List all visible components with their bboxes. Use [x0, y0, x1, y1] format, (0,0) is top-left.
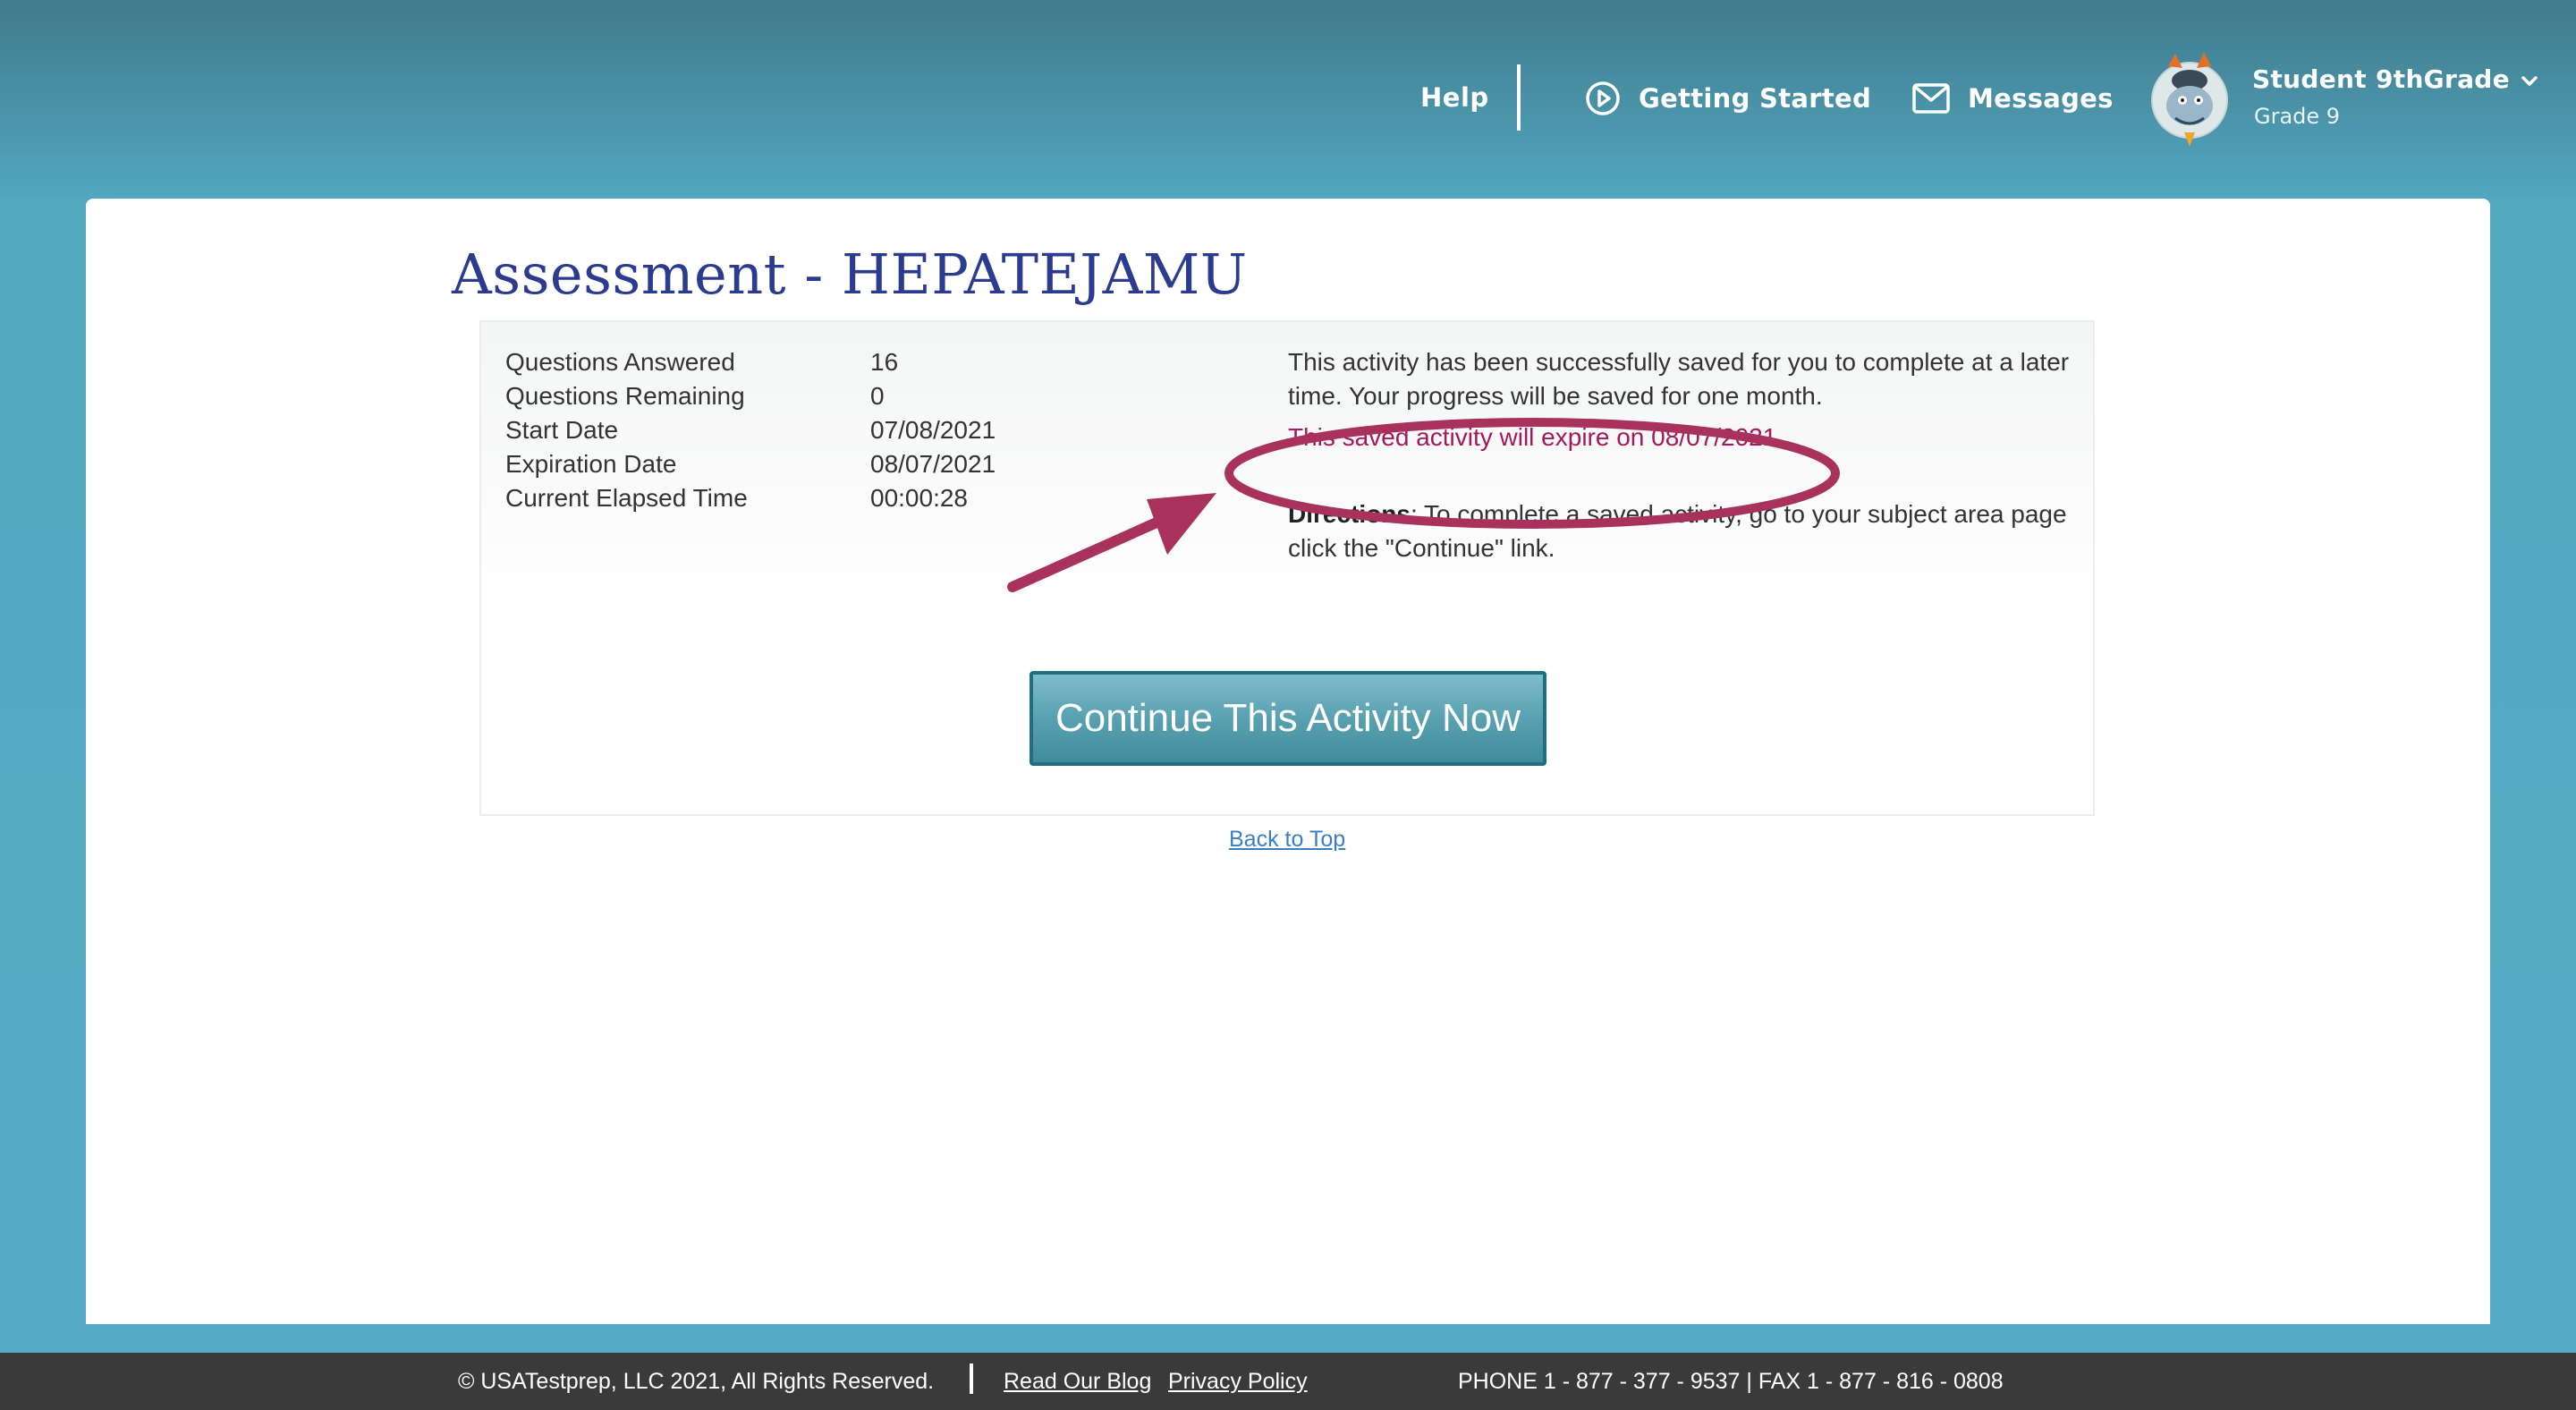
directions-text: Directions: To complete a saved activity…: [1288, 497, 2075, 565]
envelope-icon: [1912, 83, 1950, 114]
stat-value: 00:00:28: [870, 484, 968, 512]
nav-divider: [1517, 64, 1521, 131]
directions-label: Directions: [1288, 500, 1411, 528]
stat-row: Expiration Date 08/07/2021: [505, 447, 996, 481]
help-link[interactable]: Help: [1420, 82, 1489, 113]
stat-value: 08/07/2021: [870, 450, 996, 478]
stat-value: 07/08/2021: [870, 416, 996, 444]
expire-message: This saved activity will expire on 08/07…: [1288, 423, 1784, 451]
play-circle-icon: [1585, 81, 1621, 116]
footer-divider: [970, 1363, 973, 1394]
stat-row: Current Elapsed Time 00:00:28: [505, 481, 996, 515]
getting-started-label: Getting Started: [1639, 83, 1872, 114]
user-name: Student 9thGrade: [2252, 64, 2510, 94]
stat-value: 0: [870, 382, 885, 410]
stat-label: Expiration Date: [505, 450, 677, 478]
getting-started-link[interactable]: Getting Started: [1585, 79, 1871, 118]
page-title: Assessment - HEPATEJAMU: [452, 242, 1248, 307]
save-status: This activity has been successfully save…: [1288, 345, 2075, 562]
copyright-text: © USATestprep, LLC 2021, All Rights Rese…: [458, 1369, 935, 1394]
contact-info: PHONE 1 - 877 - 377 - 9537 | FAX 1 - 877…: [1458, 1369, 2004, 1394]
stat-label: Questions Answered: [505, 348, 735, 376]
continue-activity-button[interactable]: Continue This Activity Now: [1030, 671, 1546, 766]
top-header: Help Getting Started Messages Student 9t…: [0, 0, 2576, 199]
user-menu[interactable]: Student 9thGrade: [2252, 64, 2538, 94]
stat-value: 16: [870, 348, 899, 376]
stat-row: Questions Remaining 0: [505, 379, 996, 413]
back-to-top-link[interactable]: Back to Top: [1229, 827, 1345, 853]
footer: © USATestprep, LLC 2021, All Rights Rese…: [0, 1353, 2576, 1410]
privacy-policy-link[interactable]: Privacy Policy: [1168, 1369, 1308, 1395]
chevron-down-icon: [2521, 64, 2538, 94]
messages-label: Messages: [1968, 83, 2114, 114]
stat-label: Current Elapsed Time: [505, 484, 748, 512]
stat-row: Questions Answered 16: [505, 345, 996, 379]
saved-message: This activity has been successfully save…: [1288, 348, 2070, 410]
stat-row: Start Date 07/08/2021: [505, 413, 996, 447]
messages-link[interactable]: Messages: [1912, 79, 2114, 118]
user-grade: Grade 9: [2254, 104, 2341, 129]
stat-label: Start Date: [505, 416, 619, 444]
blog-link[interactable]: Read Our Blog: [1004, 1369, 1151, 1395]
avatar[interactable]: [2148, 50, 2231, 149]
stat-label: Questions Remaining: [505, 382, 745, 410]
activity-stats: Questions Answered 16 Questions Remainin…: [505, 345, 996, 515]
